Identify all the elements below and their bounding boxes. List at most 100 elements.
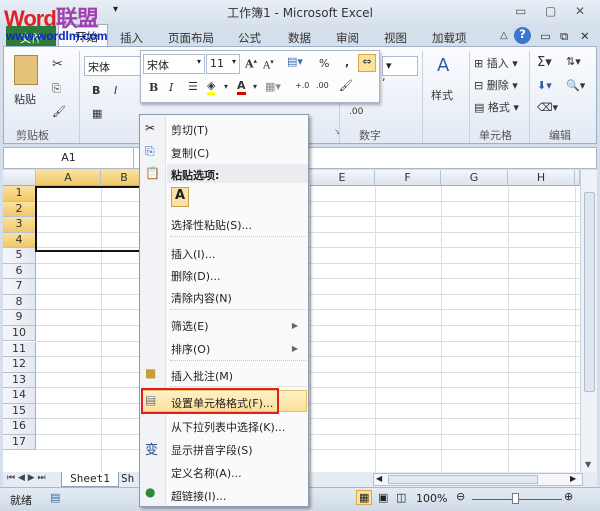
sheet-nav-icons[interactable]: ⏮ ◀ ▶ ⏭	[7, 473, 46, 483]
formula-input[interactable]	[304, 148, 592, 168]
row-header[interactable]: 11	[3, 341, 36, 358]
row-header[interactable]: 4	[3, 232, 36, 249]
close-button[interactable]: ✕	[575, 4, 585, 18]
borders-icon[interactable]: ▦	[92, 107, 102, 120]
center-align-icon[interactable]: ☰	[188, 80, 198, 93]
row-header[interactable]: 8	[3, 294, 36, 311]
scroll-left-icon[interactable]: ◀	[376, 474, 382, 483]
tab-insert[interactable]: 插入	[120, 30, 143, 46]
menu-item-cut[interactable]: 剪切(T)	[171, 122, 208, 138]
doc-minimize-icon[interactable]: ▭	[540, 29, 551, 43]
paste-keep-text-button[interactable]: A	[171, 187, 189, 207]
increase-decimal-icon[interactable]: +.0	[295, 81, 309, 90]
decrease-decimal-icon[interactable]: .00	[349, 107, 363, 117]
row-header[interactable]: 6	[3, 263, 36, 280]
grow-font-icon[interactable]: A▴	[245, 56, 257, 71]
sort-filter-icon[interactable]: ⇅▾	[566, 55, 581, 68]
paste-button[interactable]: 粘贴	[14, 91, 36, 107]
collapse-ribbon-icon[interactable]: △	[500, 30, 508, 41]
tab-review[interactable]: 审阅	[336, 30, 359, 46]
menu-item-phonetic[interactable]: 显示拼音字段(S)	[171, 442, 253, 458]
macro-record-icon[interactable]: ▤	[50, 491, 60, 504]
find-select-icon[interactable]: 🔍▾	[566, 79, 585, 92]
shrink-font-icon[interactable]: A▾	[263, 58, 274, 71]
menu-item-pick-from-list[interactable]: 从下拉列表中选择(K)...	[171, 419, 285, 435]
row-header[interactable]: 12	[3, 357, 36, 373]
mini-borders-icon[interactable]: ▦▾	[265, 80, 281, 93]
row-header[interactable]: 3	[3, 217, 36, 233]
clear-icon[interactable]: ⌫▾	[537, 101, 558, 114]
row-header[interactable]: 16	[3, 419, 36, 435]
zoom-in-icon[interactable]: ⊕	[564, 490, 573, 503]
column-header-a[interactable]: A	[36, 170, 101, 186]
doc-close-icon[interactable]: ✕	[580, 29, 590, 43]
zoom-out-icon[interactable]: ⊖	[456, 490, 465, 503]
tab-page-layout[interactable]: 页面布局	[168, 30, 214, 46]
menu-item-define-name[interactable]: 定义名称(A)...	[171, 465, 242, 481]
delete-cells-button[interactable]: ⊟ 删除 ▾	[474, 77, 518, 93]
select-all-corner[interactable]	[3, 170, 36, 186]
column-header-e[interactable]: E	[310, 170, 375, 186]
font-name-combo[interactable]: 宋体	[84, 56, 144, 76]
column-header-f[interactable]: F	[375, 170, 441, 186]
styles-button[interactable]: 样式	[431, 87, 453, 103]
accounting-format-icon[interactable]: ▤▾	[287, 55, 303, 68]
autosum-icon[interactable]: Σ▾	[537, 55, 552, 70]
italic-button[interactable]: I	[114, 84, 117, 97]
row-header[interactable]: 2	[3, 201, 36, 218]
page-layout-view-icon[interactable]: ▣	[378, 491, 388, 504]
menu-item-insert[interactable]: 插入(I)...	[171, 246, 215, 262]
paste-icon[interactable]	[14, 55, 38, 85]
help-icon[interactable]: ?	[514, 27, 531, 44]
copy-icon[interactable]: ⎘	[52, 82, 61, 96]
row-header[interactable]: 14	[3, 388, 36, 404]
mini-bold-button[interactable]: B	[149, 81, 158, 94]
tab-addins[interactable]: 加载项	[432, 30, 467, 46]
format-cells-ribbon-button[interactable]: ▤ 格式 ▾	[474, 99, 519, 115]
mini-comma-button[interactable]: ,	[345, 56, 349, 69]
normal-view-icon[interactable]: ▦	[356, 490, 373, 505]
name-box[interactable]: A1	[4, 148, 134, 168]
column-header-g[interactable]: G	[441, 170, 508, 186]
minimize-button[interactable]: ▭	[515, 4, 526, 18]
cut-icon[interactable]: ✂	[52, 57, 63, 72]
zoom-slider-thumb[interactable]	[512, 493, 519, 504]
row-header[interactable]: 15	[3, 403, 36, 420]
row-header[interactable]: 10	[3, 325, 36, 342]
mini-italic-button[interactable]: I	[169, 81, 173, 94]
zoom-level[interactable]: 100%	[416, 492, 447, 505]
menu-item-sort[interactable]: 排序(O)	[171, 341, 210, 357]
qat-dropdown-icon[interactable]: ▾	[113, 4, 118, 15]
tab-formulas[interactable]: 公式	[238, 30, 261, 46]
vertical-scroll-thumb[interactable]	[584, 192, 595, 392]
sheet-tab-sheet1[interactable]: Sheet1	[61, 472, 119, 487]
styles-icon[interactable]: A	[437, 55, 449, 76]
format-painter-icon[interactable]: 🖌	[52, 105, 66, 118]
insert-cells-button[interactable]: ⊞ 插入 ▾	[474, 55, 518, 71]
row-header[interactable]: 1	[3, 186, 36, 202]
horizontal-scroll-thumb[interactable]	[388, 475, 538, 484]
tab-view[interactable]: 视图	[384, 30, 407, 46]
row-header[interactable]: 9	[3, 310, 36, 326]
menu-item-hyperlink[interactable]: 超链接(I)...	[171, 488, 226, 504]
mini-font-combo[interactable]: 宋体 ▾	[143, 54, 205, 74]
bold-button[interactable]: B	[92, 84, 100, 97]
scroll-right-icon[interactable]: ▶	[570, 474, 576, 483]
fill-color-icon[interactable]: ◈	[207, 79, 216, 95]
row-header[interactable]: 5	[3, 248, 36, 264]
number-format-combo[interactable]: ▾	[382, 56, 418, 76]
maximize-button[interactable]: ▢	[545, 4, 556, 18]
menu-item-filter[interactable]: 筛选(E)	[171, 318, 209, 334]
mini-size-combo[interactable]: 11 ▾	[206, 54, 240, 74]
tab-data[interactable]: 数据	[288, 30, 311, 46]
fill-icon[interactable]: ⬇▾	[537, 79, 552, 92]
scroll-down-icon[interactable]: ▼	[585, 460, 591, 469]
mini-format-painter-icon[interactable]: 🖌	[339, 79, 353, 92]
horizontal-scrollbar[interactable]: ◀ ▶	[373, 473, 583, 486]
mini-percent-button[interactable]: %	[319, 57, 329, 70]
page-break-view-icon[interactable]: ◫	[396, 491, 406, 504]
vertical-scrollbar[interactable]: ▼	[580, 170, 597, 472]
merge-center-icon[interactable]: ⇔	[358, 54, 376, 72]
font-color-icon[interactable]: A	[237, 79, 246, 95]
row-header[interactable]: 17	[3, 434, 36, 451]
